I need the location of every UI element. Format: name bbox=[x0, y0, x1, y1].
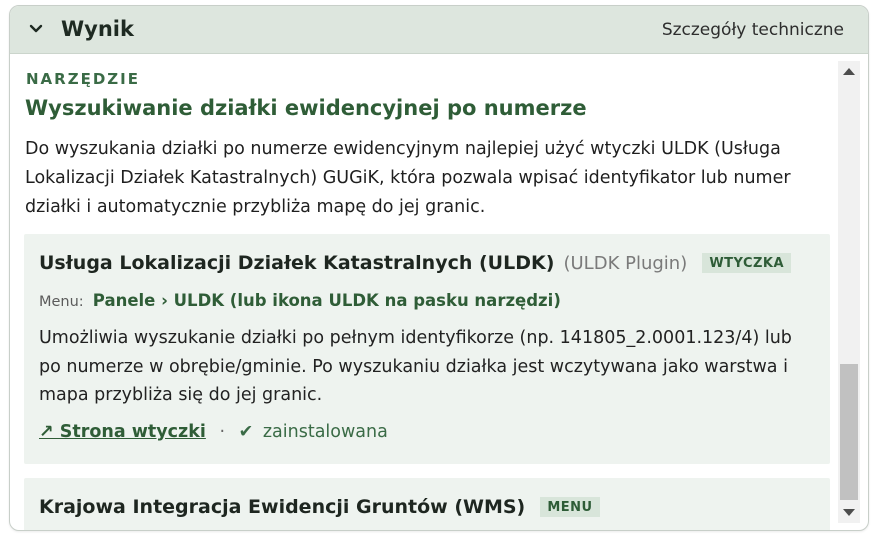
menu-path: Panele › ULDK (lub ikona ULDK na pasku n… bbox=[92, 291, 561, 310]
plugin-card-uldk: Usługa Lokalizacji Działek Katastralnych… bbox=[24, 234, 830, 464]
menu-label: Menu: bbox=[39, 294, 84, 310]
technical-details-link[interactable]: Szczegóły techniczne bbox=[662, 20, 844, 40]
card-title: Krajowa Integracja Ewidencji Gruntów (WM… bbox=[39, 496, 526, 518]
installed-status: zainstalowana bbox=[262, 422, 388, 442]
scroll-up-icon[interactable] bbox=[838, 61, 860, 83]
section-title: Wyszukiwanie działki ewidencyjnej po num… bbox=[25, 96, 587, 120]
panel-title: Wynik bbox=[61, 17, 134, 41]
vertical-scrollbar[interactable] bbox=[838, 61, 860, 523]
menu-badge: MENU bbox=[540, 497, 600, 517]
result-panel: Wynik Szczegóły techniczne NARZĘDZIE Wys… bbox=[9, 5, 869, 531]
card-subtitle: (ULDK Plugin) bbox=[563, 253, 688, 274]
chevron-down-icon[interactable] bbox=[26, 18, 46, 40]
card-title: Usługa Lokalizacji Działek Katastralnych… bbox=[39, 252, 555, 274]
scroll-down-icon[interactable] bbox=[838, 501, 860, 523]
card-title-row: Krajowa Integracja Ewidencji Gruntów (WM… bbox=[39, 496, 600, 518]
separator-dot: · bbox=[219, 422, 226, 442]
card-title-row: Usługa Lokalizacji Działek Katastralnych… bbox=[39, 252, 792, 274]
checkmark-icon: ✔ bbox=[238, 422, 254, 442]
section-label: NARZĘDZIE bbox=[26, 70, 140, 88]
card-links-row: ↗ Strona wtyczki · ✔ zainstalowana bbox=[39, 422, 388, 442]
panel-header[interactable]: Wynik Szczegóły techniczne bbox=[10, 6, 868, 54]
menu-path-row: Menu: Panele › ULDK (lub ikona ULDK na p… bbox=[39, 291, 561, 310]
scrollbar-thumb[interactable] bbox=[840, 364, 858, 500]
plugin-badge: WTYCZKA bbox=[702, 253, 792, 273]
card-description: Umożliwia wyszukanie działki po pełnym i… bbox=[39, 328, 792, 405]
plugin-page-link[interactable]: ↗ Strona wtyczki bbox=[39, 422, 206, 442]
section-description: Do wyszukania działki po numerze ewidenc… bbox=[25, 139, 791, 217]
plugin-card-kieg: Krajowa Integracja Ewidencji Gruntów (WM… bbox=[24, 478, 830, 530]
result-scroll-area[interactable]: NARZĘDZIE Wyszukiwanie działki ewidencyj… bbox=[10, 54, 836, 530]
